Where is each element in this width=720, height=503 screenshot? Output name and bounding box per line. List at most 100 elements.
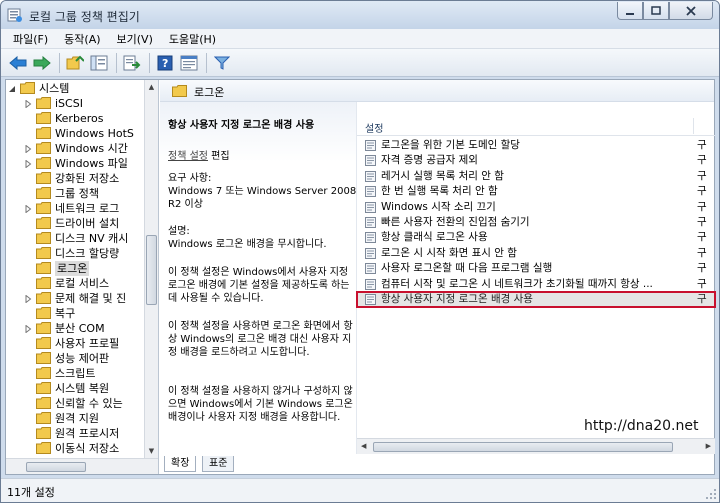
policy-setting-icon: [365, 170, 376, 182]
forward-button[interactable]: [31, 52, 53, 74]
tree-expand-arrow-icon[interactable]: [24, 295, 32, 303]
scroll-up-icon[interactable]: ▲: [145, 80, 158, 94]
tree-expand-arrow-icon[interactable]: [24, 325, 32, 333]
tree-item[interactable]: Windows HotS: [6, 126, 144, 141]
help-button[interactable]: ?: [154, 52, 176, 74]
tree-item[interactable]: iSCSI: [6, 96, 144, 111]
column-divider[interactable]: [693, 118, 694, 134]
tree-item[interactable]: 분산 COM: [6, 321, 144, 336]
tree-expand-arrow-icon[interactable]: [24, 205, 32, 213]
setting-row[interactable]: 자격 증명 공급자 제외 구: [357, 153, 715, 168]
requirements-label: 요구 사항:: [168, 173, 212, 184]
menu-file[interactable]: 파일(F): [5, 31, 56, 47]
edit-policy-link[interactable]: 정책 설정: [168, 151, 208, 162]
tree-item[interactable]: 시스템: [6, 81, 144, 96]
menu-help[interactable]: 도움말(H): [161, 31, 224, 47]
tree-item-label: 분산 COM: [55, 322, 105, 335]
tree-item[interactable]: 디스크 할당량: [6, 246, 144, 261]
title-bar[interactable]: 로컬 그룹 정책 편집기: [1, 1, 719, 29]
tree-item-label: 이동식 저장소: [55, 442, 120, 455]
scroll-thumb[interactable]: [373, 442, 673, 452]
tree-item[interactable]: 시스템 복원: [6, 381, 144, 396]
setting-name: 한 번 실행 목록 처리 안 함: [381, 185, 498, 198]
scroll-right-icon[interactable]: ▶: [706, 442, 711, 450]
tree-expand-arrow-icon[interactable]: [24, 100, 32, 108]
properties-button[interactable]: [178, 52, 200, 74]
setting-name: 자격 증명 공급자 제외: [381, 154, 478, 167]
filter-button[interactable]: [211, 52, 233, 74]
tree-item[interactable]: 드라이버 설치: [6, 216, 144, 231]
scroll-left-icon[interactable]: ◀: [361, 442, 366, 450]
menu-action[interactable]: 동작(A): [56, 31, 108, 47]
tree-collapse-arrow-icon[interactable]: [8, 85, 16, 93]
setting-row[interactable]: 레거시 실행 목록 처리 안 함 구: [357, 169, 715, 184]
export-list-button[interactable]: [121, 52, 143, 74]
tree-item[interactable]: 스크립트: [6, 366, 144, 381]
description-label: 설명:: [168, 226, 190, 237]
open-folder-icon: [20, 82, 35, 94]
setting-name: 항상 클래식 로그온 사용: [381, 231, 488, 244]
setting-state: 구: [697, 277, 707, 290]
tree-item[interactable]: 이동식 저장소: [6, 441, 144, 456]
resize-grip-icon[interactable]: [705, 488, 717, 500]
folder-icon: [36, 247, 51, 259]
tree-item[interactable]: 로그온: [6, 261, 144, 276]
tree-item-label: 로그온: [55, 261, 90, 276]
folder-icon: [36, 382, 51, 394]
tree-item[interactable]: 신뢰할 수 있는: [6, 396, 144, 411]
setting-row[interactable]: 컴퓨터 시작 및 로그온 시 네트워크가 초기화될 때까지 항상 ... 구: [357, 277, 715, 292]
setting-row[interactable]: 사용자 로그온할 때 다음 프로그램 실행 구: [357, 261, 715, 276]
column-header-setting[interactable]: 설정: [365, 120, 383, 135]
setting-row[interactable]: 항상 사용자 지정 로그온 배경 사용 구: [356, 290, 716, 309]
up-folder-button[interactable]: [64, 52, 86, 74]
close-button[interactable]: [669, 2, 713, 20]
tree-item[interactable]: Windows 파일: [6, 156, 144, 171]
tab-extended[interactable]: 확장: [164, 456, 197, 472]
tree-item[interactable]: 네트워크 로그: [6, 201, 144, 216]
main-content: 시스템 iSCSI Kerberos Windows HotS Windows 시간 Wi…: [5, 79, 716, 475]
setting-row[interactable]: 빠른 사용자 전환의 진입점 숨기기 구: [357, 215, 715, 230]
setting-state: 구: [697, 292, 707, 305]
tree-expand-arrow-icon[interactable]: [24, 160, 32, 168]
tree-item[interactable]: 강화된 저장소: [6, 171, 144, 186]
tree-item[interactable]: 문제 해결 및 진: [6, 291, 144, 306]
tree-item-label: 시스템 복원: [55, 382, 110, 395]
tree-vertical-scrollbar[interactable]: ▲ ▼: [144, 80, 158, 458]
view-tabs: 확장 표준: [160, 454, 714, 474]
tab-standard[interactable]: 표준: [202, 456, 235, 472]
scroll-thumb[interactable]: [26, 462, 86, 472]
tree-item[interactable]: Kerberos: [6, 111, 144, 126]
setting-name: 로그온을 위한 기본 도메인 할당: [381, 139, 520, 151]
setting-row[interactable]: 항상 클래식 로그온 사용 구: [357, 230, 715, 245]
show-hide-tree-button[interactable]: [88, 52, 110, 74]
minimize-button[interactable]: [617, 2, 643, 20]
tree-expand-arrow-icon[interactable]: [24, 145, 32, 153]
setting-title: 항상 사용자 지정 로그온 배경 사용: [168, 120, 315, 131]
tree-item-label: 문제 해결 및 진: [55, 292, 127, 305]
menu-view[interactable]: 보기(V): [109, 31, 161, 47]
tree-item[interactable]: 성능 제어판: [6, 351, 144, 366]
tree-item[interactable]: 그룹 정책: [6, 186, 144, 201]
tree-item-label: iSCSI: [55, 97, 83, 110]
setting-row[interactable]: Windows 시작 소리 끄기 구: [357, 200, 715, 215]
folder-icon: [36, 322, 51, 334]
tree-item[interactable]: 원격 프로시저: [6, 426, 144, 441]
tree-item[interactable]: 디스크 NV 캐시: [6, 231, 144, 246]
setting-row[interactable]: 한 번 실행 목록 처리 안 함 구: [357, 184, 715, 199]
setting-row[interactable]: 로그온 시 시작 화면 표시 안 함 구: [357, 246, 715, 261]
maximize-button[interactable]: [643, 2, 669, 20]
settings-list-pane: 설정 로그온을 위한 기본 도메인 할당 구 자격 증명 공급자 제외 구 레거시 실행…: [356, 102, 716, 454]
tree-item[interactable]: 복구: [6, 306, 144, 321]
policy-setting-icon: [365, 155, 376, 167]
tree-item[interactable]: Windows 시간: [6, 141, 144, 156]
back-button[interactable]: [7, 52, 29, 74]
tree-item[interactable]: 사용자 프로필: [6, 336, 144, 351]
scroll-down-icon[interactable]: ▼: [145, 444, 158, 458]
tree-item[interactable]: 로컬 서비스: [6, 276, 144, 291]
scroll-thumb[interactable]: [146, 235, 157, 305]
tree-item[interactable]: 원격 지원: [6, 411, 144, 426]
tree-horizontal-scrollbar[interactable]: [6, 458, 158, 474]
settings-horizontal-scrollbar[interactable]: ◀ ▶: [357, 438, 715, 454]
setting-row[interactable]: 로그온을 위한 기본 도메인 할당 구: [357, 138, 715, 153]
details-pane: 로그온 항상 사용자 지정 로그온 배경 사용 정책 설정 편집 요구 사항: …: [160, 80, 716, 474]
